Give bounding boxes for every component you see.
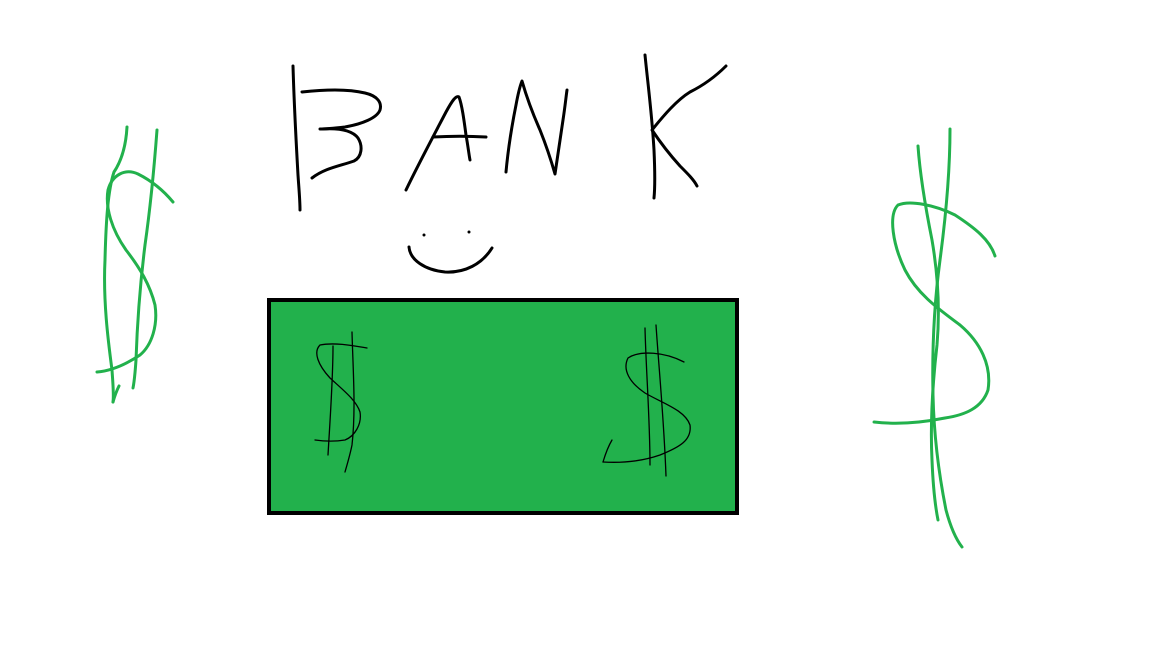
letter-n <box>504 79 569 176</box>
smiley-right-eye <box>467 230 471 234</box>
drawing-canvas <box>0 0 1152 648</box>
letter-b <box>291 64 382 212</box>
dollar-sign-left <box>95 125 175 404</box>
smiley-mouth <box>407 245 494 274</box>
bank-heading <box>291 53 728 212</box>
smiley-left-eye <box>422 233 426 237</box>
dollar-bill <box>267 298 739 515</box>
smiley-face <box>407 230 494 274</box>
bill-body <box>267 298 739 515</box>
dollar-sign-right <box>872 127 997 549</box>
letter-k <box>643 53 728 200</box>
letter-a <box>404 95 488 192</box>
